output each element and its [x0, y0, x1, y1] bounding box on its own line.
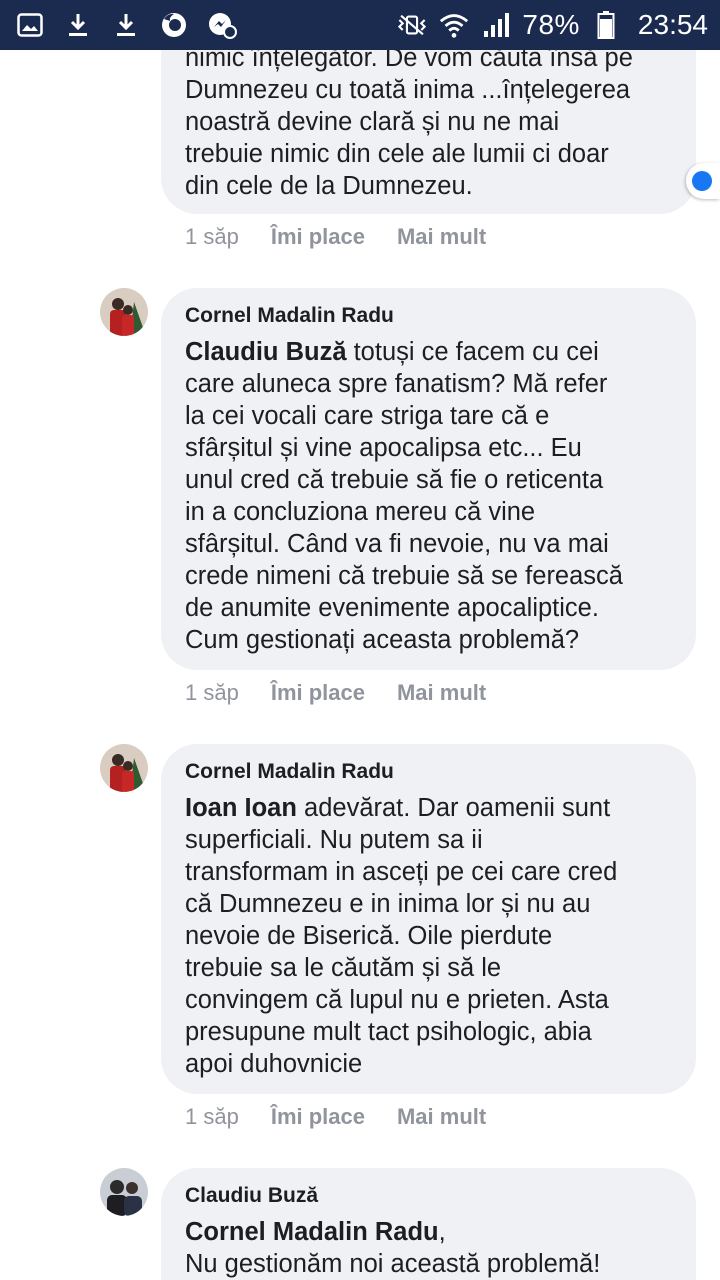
- comment-author[interactable]: Cornel Madalin Radu: [185, 758, 672, 786]
- like-button[interactable]: Îmi place: [271, 224, 365, 250]
- comment-text: Ioan Ioan adevărat. Dar oamenii sunt sup…: [185, 792, 672, 1080]
- comment-line: Claudiu Buză totuși ce facem cu cei: [185, 338, 599, 366]
- comment-line: noastră devine clară și nu ne mai: [185, 108, 560, 136]
- comment-author[interactable]: Cornel Madalin Radu: [185, 302, 672, 330]
- facebook-messenger-icon: [206, 9, 238, 41]
- comment-line: Dumnezeu cu toată inima ...înțelegerea: [185, 76, 631, 104]
- more-button[interactable]: Mai mult: [397, 224, 486, 250]
- comment-line: care aluneca spre fanatism? Mă refer: [185, 370, 608, 398]
- comment-line: Cornel Madalin Radu,: [185, 1218, 446, 1246]
- comment-line: sfârșitul și vine apocalipsa etc... Eu: [185, 434, 582, 462]
- comment-bubble[interactable]: Cornel Madalin Radu Claudiu Buză totuși …: [161, 288, 696, 670]
- comment-line: trebuie sa le căutăm și să le: [185, 954, 502, 982]
- comment-bubble[interactable]: Claudiu Buză Cornel Madalin Radu, Nu ges…: [161, 1168, 696, 1280]
- battery-icon: [590, 9, 622, 41]
- comment-line: sfârșitul. Când va fi nevoie, nu va mai: [185, 530, 609, 558]
- comment-line: că Dumnezeu e in inima lor și nu au: [185, 890, 591, 918]
- messenger-icon: [692, 171, 712, 191]
- battery-percent: 78%: [522, 9, 580, 40]
- comment-line: Cum gestionați aceasta problemă?: [185, 626, 580, 654]
- download-icon: [110, 9, 142, 41]
- comment-line: convingem că lupul nu e prieten. Asta: [185, 986, 609, 1014]
- comment-time: 1 săp: [185, 1104, 239, 1129]
- comment-author[interactable]: Claudiu Buză: [185, 1182, 672, 1210]
- comment-line: trebuie nimic din cele ale lumii ci doar: [185, 140, 609, 168]
- mention-link[interactable]: Claudiu Buză: [185, 338, 347, 366]
- comment-time: 1 săp: [185, 224, 239, 249]
- comment-line: in a concluziona mereu că vine: [185, 498, 536, 526]
- comment-line: transformam in asceți pe cei care cred: [185, 858, 618, 886]
- comment-bubble[interactable]: Cornel Madalin Radu Ioan Ioan adevărat. …: [161, 744, 696, 1094]
- wifi-icon: [438, 9, 470, 41]
- image-icon: [14, 9, 46, 41]
- comment-actions: 1 săp Îmi place Mai mult: [185, 224, 518, 250]
- comment-text: nimic înțelegător. De vom căuta însă pe …: [185, 42, 672, 202]
- more-button[interactable]: Mai mult: [397, 680, 486, 706]
- avatar[interactable]: [100, 1168, 148, 1216]
- comment-line: crede nimeni că trebuie să se ferească: [185, 562, 623, 590]
- comment-line: unul cred că trebuie să fie o reticenta: [185, 466, 604, 494]
- comments-screen: 78% 23:54 nimic înțelegător. De vom căut…: [0, 0, 720, 1280]
- comment-line: apoi duhovnicie: [185, 1050, 363, 1078]
- comment-actions: 1 săp Îmi place Mai mult: [185, 680, 518, 706]
- avatar[interactable]: [100, 744, 148, 792]
- mention-link[interactable]: Cornel Madalin Radu: [185, 1218, 439, 1246]
- clock: 23:54: [637, 9, 708, 40]
- comment-line: de anumite evenimente apocaliptice.: [185, 594, 599, 622]
- comment-text: Claudiu Buză totuși ce facem cu cei care…: [185, 336, 672, 656]
- firefox-icon: [158, 9, 190, 41]
- mention-link[interactable]: Ioan Ioan: [185, 794, 297, 822]
- comment-actions: 1 săp Îmi place Mai mult: [185, 1104, 518, 1130]
- chat-head-bubble[interactable]: [686, 163, 720, 199]
- comment-line: Nu gestionăm noi această problemă!: [185, 1250, 601, 1278]
- comment-line: superficiali. Nu putem sa ii: [185, 826, 483, 854]
- avatar[interactable]: [100, 288, 148, 336]
- comment-line: din cele de la Dumnezeu.: [185, 172, 473, 200]
- comment-line: presupune mult tact psihologic, abia: [185, 1018, 592, 1046]
- vibrate-icon: [396, 9, 428, 41]
- comment-text: Cornel Madalin Radu, Nu gestionăm noi ac…: [185, 1216, 672, 1280]
- status-bar: 78% 23:54: [0, 0, 720, 50]
- download-icon: [62, 9, 94, 41]
- comment-line: nevoie de Biserică. Oile pierdute: [185, 922, 553, 950]
- more-button[interactable]: Mai mult: [397, 1104, 486, 1130]
- comment-line: la cei vocali care striga tare că e: [185, 402, 550, 430]
- like-button[interactable]: Îmi place: [271, 680, 365, 706]
- signal-icon: [480, 9, 512, 41]
- comment-time: 1 săp: [185, 680, 239, 705]
- comment-line: Ioan Ioan adevărat. Dar oamenii sunt: [185, 794, 611, 822]
- like-button[interactable]: Îmi place: [271, 1104, 365, 1130]
